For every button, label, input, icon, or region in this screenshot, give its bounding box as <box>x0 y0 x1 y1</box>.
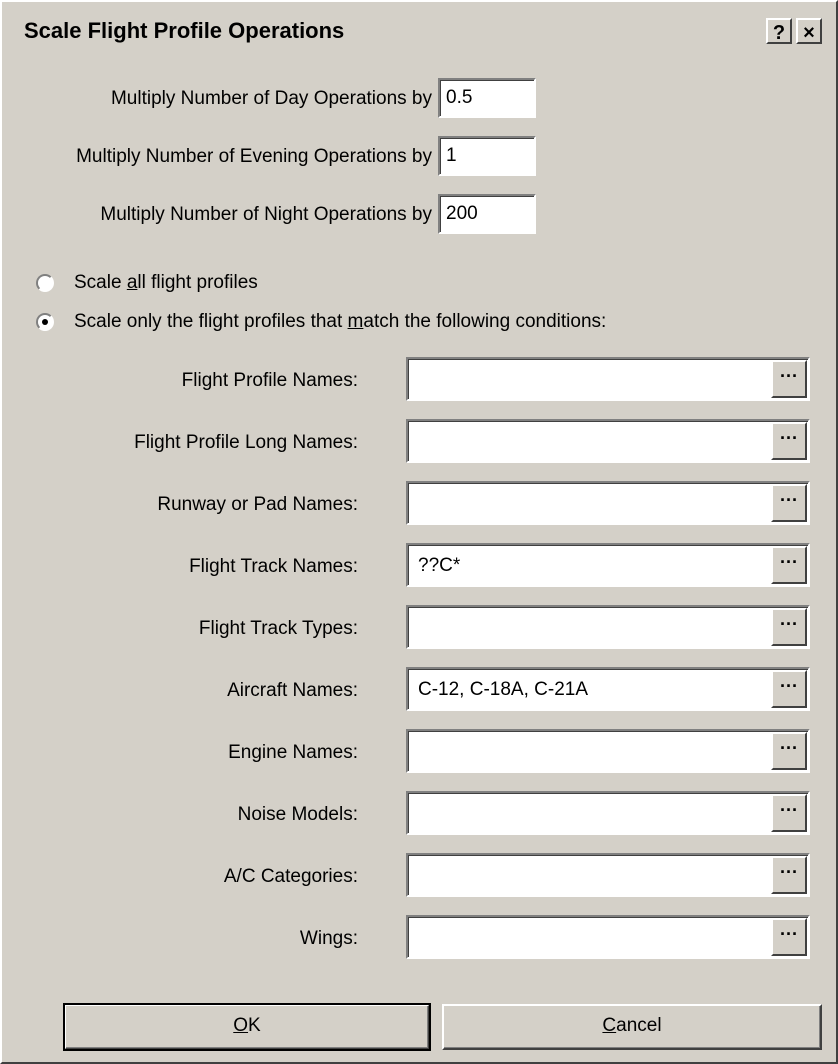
ok-button[interactable]: OK <box>63 1003 431 1051</box>
flight-track-names-label: Flight Track Names: <box>189 556 358 577</box>
scale-all-radio[interactable] <box>36 274 54 292</box>
day-operations-input[interactable] <box>438 78 536 118</box>
noise-models-browse-button[interactable]: ··· <box>771 794 807 832</box>
night-operations-input[interactable] <box>438 194 536 234</box>
ac-categories-browse-button[interactable]: ··· <box>771 856 807 894</box>
aircraft-names-field[interactable]: C-12, C-18A, C-21A ··· <box>406 667 810 711</box>
wings-browse-button[interactable]: ··· <box>771 918 807 956</box>
flight-track-names-field[interactable]: ??C* ··· <box>406 543 810 587</box>
noise-models-field[interactable]: ··· <box>406 791 810 835</box>
runway-pad-names-label: Runway or Pad Names: <box>157 494 358 515</box>
ac-categories-label: A/C Categories: <box>223 866 358 887</box>
evening-operations-input[interactable] <box>438 136 536 176</box>
flight-profile-long-names-field[interactable]: ··· <box>406 419 810 463</box>
day-operations-label: Multiply Number of Day Operations by <box>110 88 432 109</box>
wings-field[interactable]: ··· <box>406 915 810 959</box>
flight-track-types-browse-button[interactable]: ··· <box>771 608 807 646</box>
engine-names-field[interactable]: ··· <box>406 729 810 773</box>
scale-matching-radio[interactable] <box>36 313 54 331</box>
flight-track-types-label: Flight Track Types: <box>198 618 358 639</box>
help-icon: ? <box>772 22 786 44</box>
radio-selected-dot <box>42 319 48 325</box>
dialog-title: Scale Flight Profile Operations <box>24 18 345 43</box>
dialog-window: Scale Flight Profile Operations ? × Mult… <box>0 0 838 1064</box>
flight-track-types-field[interactable]: ··· <box>406 605 810 649</box>
engine-names-label: Engine Names: <box>228 742 358 763</box>
title-bar: Scale Flight Profile Operations ? × <box>6 6 832 54</box>
scale-matching-label[interactable]: Scale only the flight profiles that matc… <box>74 311 606 333</box>
flight-profile-names-field[interactable]: ··· <box>406 357 810 401</box>
flight-profile-long-names-label: Flight Profile Long Names: <box>134 432 358 453</box>
runway-pad-names-field[interactable]: ··· <box>406 481 810 525</box>
evening-operations-label: Multiply Number of Evening Operations by <box>76 146 432 167</box>
close-icon: × <box>803 22 815 44</box>
aircraft-names-browse-button[interactable]: ··· <box>771 670 807 708</box>
flight-track-names-browse-button[interactable]: ··· <box>771 546 807 584</box>
flight-profile-long-names-browse-button[interactable]: ··· <box>771 422 807 460</box>
help-button[interactable]: ? <box>766 18 792 44</box>
close-button[interactable]: × <box>796 18 822 44</box>
runway-pad-names-browse-button[interactable]: ··· <box>771 484 807 522</box>
scale-all-label[interactable]: Scale all flight profiles <box>74 272 258 294</box>
night-operations-label: Multiply Number of Night Operations by <box>100 204 432 225</box>
cancel-button[interactable]: Cancel <box>442 1004 822 1050</box>
engine-names-browse-button[interactable]: ··· <box>771 732 807 770</box>
ac-categories-field[interactable]: ··· <box>406 853 810 897</box>
noise-models-label: Noise Models: <box>237 804 358 825</box>
aircraft-names-label: Aircraft Names: <box>227 680 358 701</box>
flight-profile-names-browse-button[interactable]: ··· <box>771 360 807 398</box>
wings-label: Wings: <box>299 928 358 949</box>
flight-profile-names-label: Flight Profile Names: <box>181 370 358 391</box>
